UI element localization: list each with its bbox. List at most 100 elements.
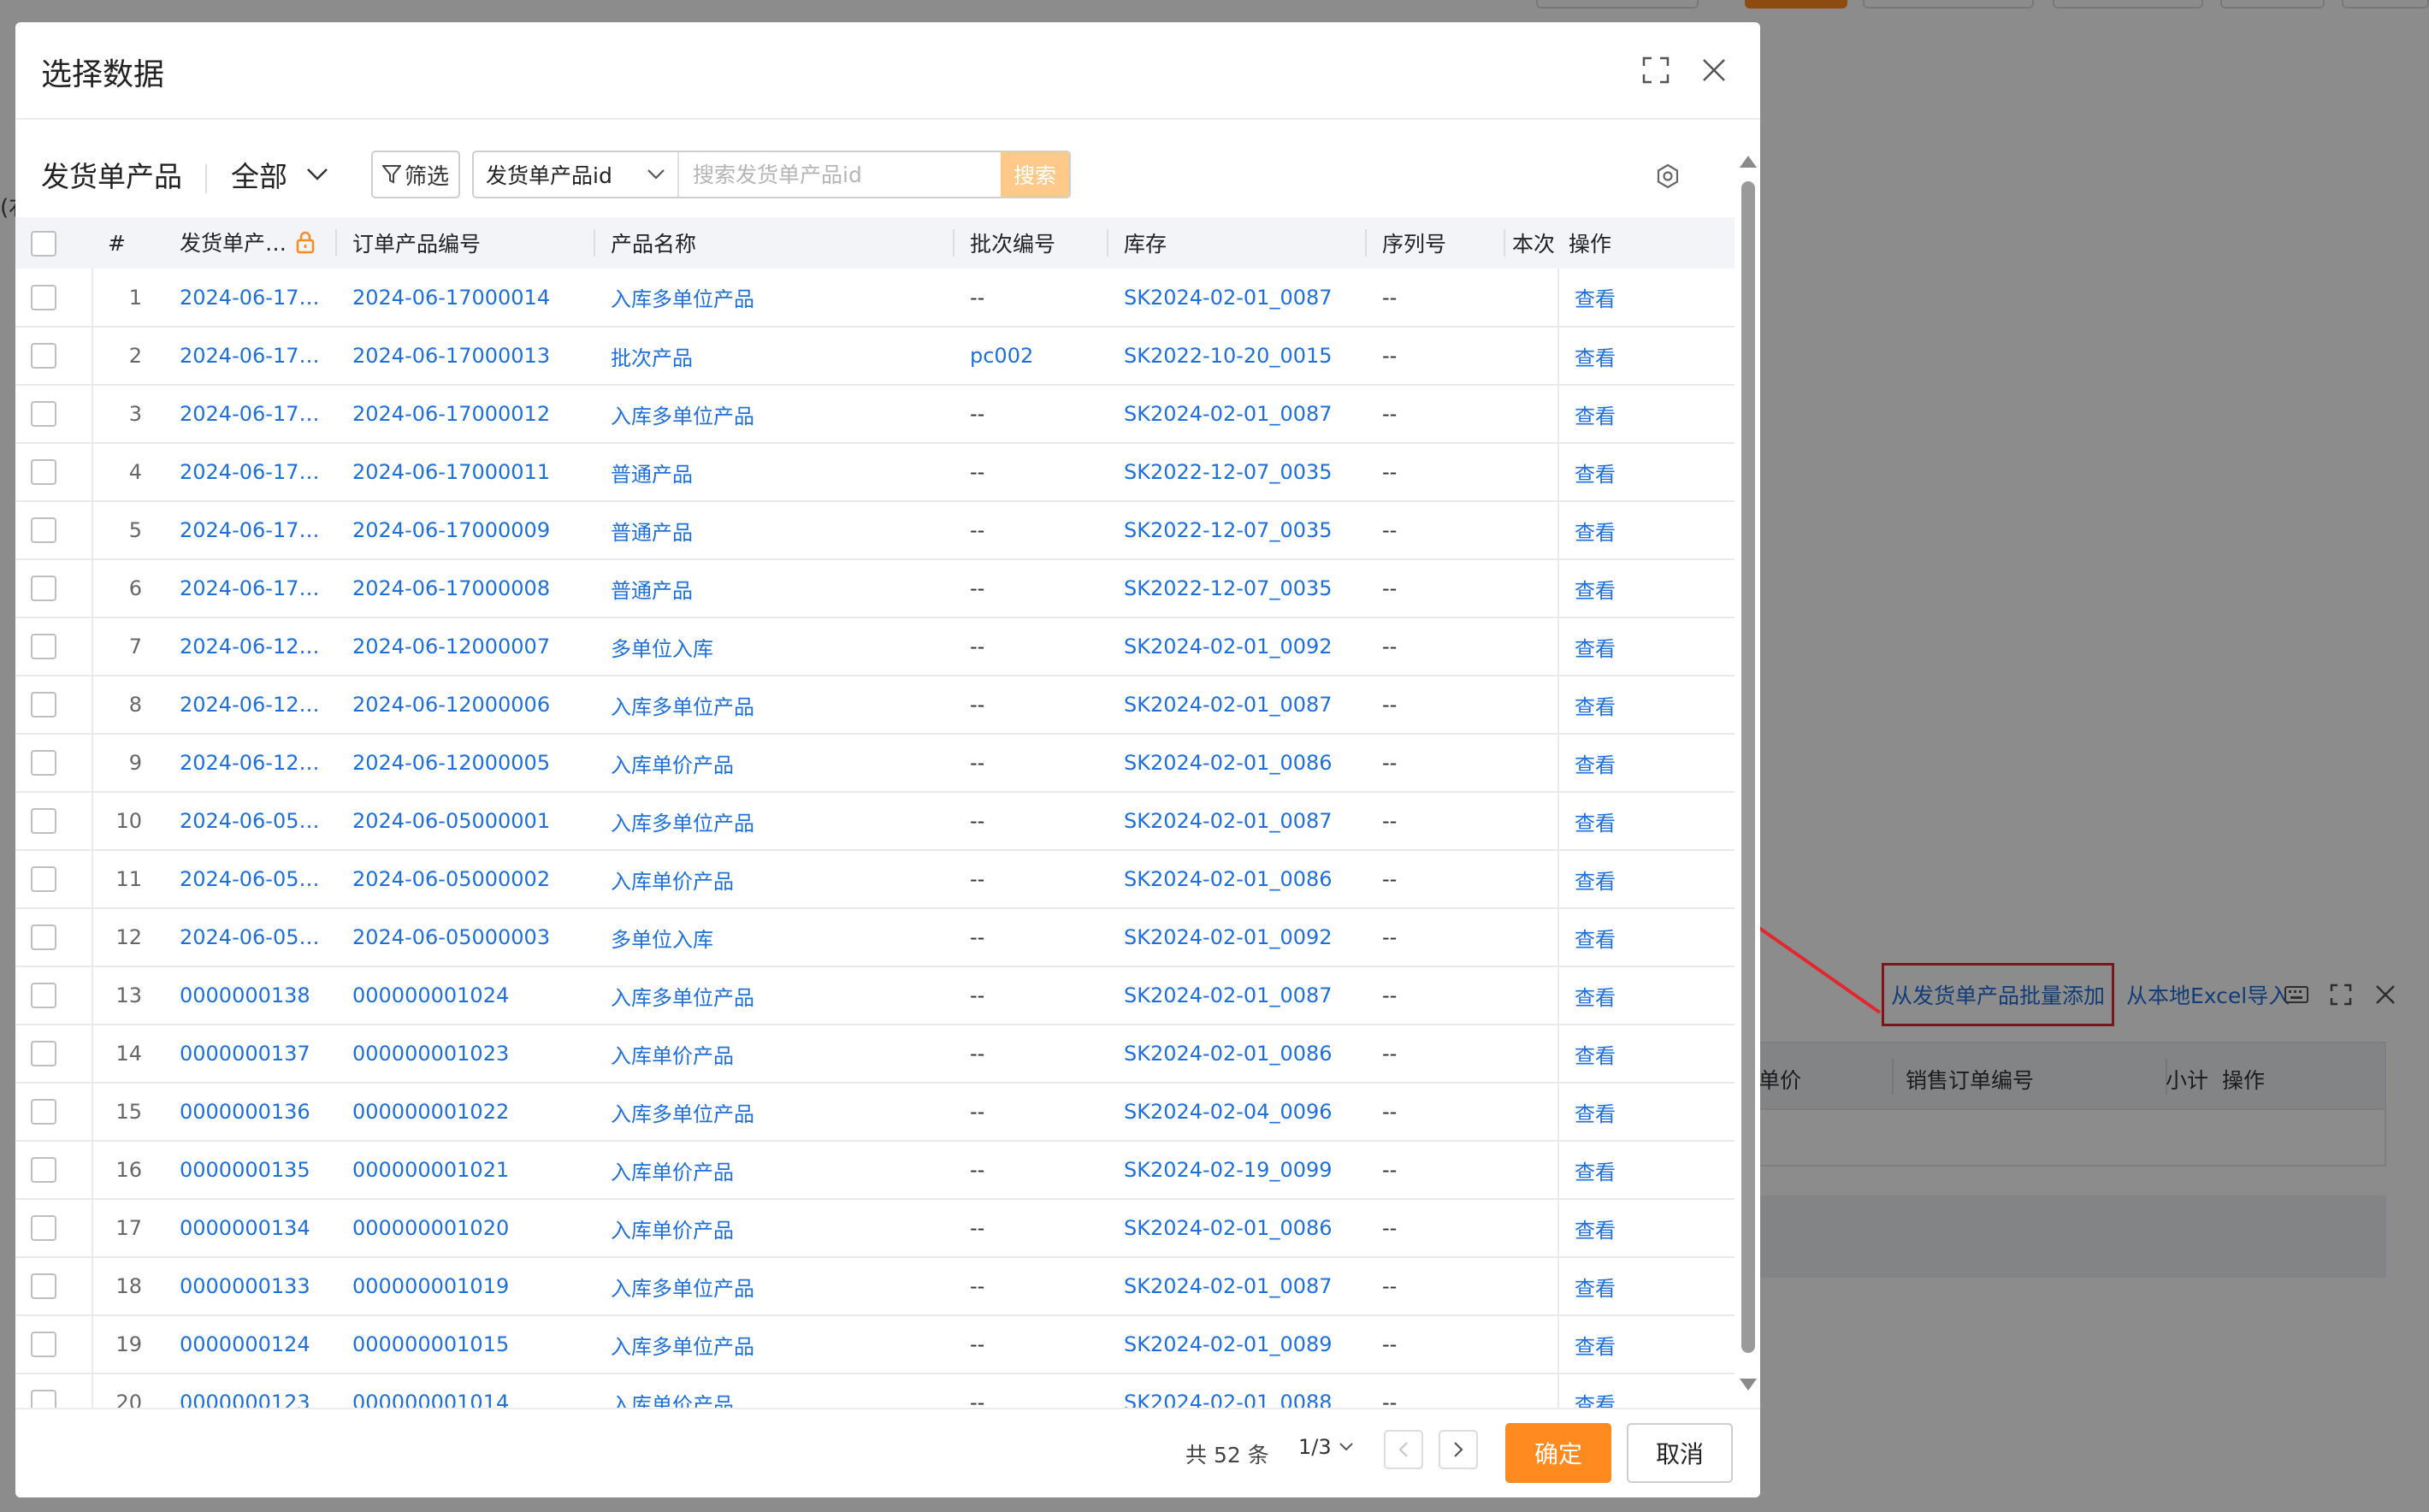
table-row[interactable]: 12 2024-06-050… 2024-06-05000003 多单位入库 -- SK2… [15,908,1735,966]
stock-link[interactable]: SK2024-02-19_0099 [1108,1141,1367,1199]
product-name-link[interactable]: 多单位入库 [595,617,954,676]
stock-link[interactable]: SK2022-12-07_0035 [1108,443,1367,501]
stock-link[interactable]: SK2022-12-07_0035 [1108,559,1367,617]
table-row[interactable]: 14 0000000137 000000001023 入库单价产品 -- SK2024-0… [15,1025,1735,1083]
stock-link[interactable]: SK2022-10-20_0015 [1108,327,1367,385]
order-product-code-link[interactable]: 000000001023 [337,1025,595,1083]
view-link[interactable]: 查看 [1557,443,1735,501]
row-checkbox[interactable] [31,284,56,310]
order-product-code-link[interactable]: 000000001014 [337,1373,595,1408]
shipment-product-id-link[interactable]: 2024-06-120… [164,676,337,734]
view-link[interactable]: 查看 [1557,850,1735,908]
lock-icon[interactable] [295,230,316,259]
shipment-product-id-link[interactable]: 0000000133 [164,1257,337,1315]
order-product-code-link[interactable]: 2024-06-12000007 [337,617,595,676]
view-link[interactable]: 查看 [1557,1257,1735,1315]
col-header-order-product-code[interactable]: 订单产品编号 [337,217,595,269]
product-name-link[interactable]: 入库单价产品 [595,1199,954,1257]
shipment-product-id-link[interactable]: 2024-06-050… [164,908,337,966]
row-checkbox[interactable] [31,401,56,427]
order-product-code-link[interactable]: 2024-06-17000014 [337,269,595,327]
stock-link[interactable]: SK2024-02-01_0088 [1108,1373,1367,1408]
shipment-product-id-link[interactable]: 2024-06-120… [164,617,337,676]
table-row[interactable]: 17 0000000134 000000001020 入库单价产品 -- SK2024-0… [15,1199,1735,1257]
order-product-code-link[interactable]: 000000001020 [337,1199,595,1257]
view-link[interactable]: 查看 [1557,269,1735,327]
col-header-batch-number[interactable]: 批次编号 [954,217,1108,269]
col-header-product-name[interactable]: 产品名称 [595,217,954,269]
select-all-checkbox[interactable] [31,230,56,257]
table-row[interactable]: 6 2024-06-170… 2024-06-17000008 普通产品 -- SK202… [15,559,1735,617]
table-row[interactable]: 7 2024-06-120… 2024-06-12000007 多单位入库 -- SK20… [15,617,1735,676]
col-header-shipment-id[interactable]: 发货单产… [164,217,337,269]
row-checkbox[interactable] [31,1157,56,1183]
row-checkbox[interactable] [31,1099,56,1125]
close-icon[interactable] [1695,51,1733,89]
shipment-product-id-link[interactable]: 0000000137 [164,1025,337,1083]
order-product-code-link[interactable]: 2024-06-12000006 [337,676,595,734]
view-dropdown[interactable]: 全部 [231,154,328,195]
table-row[interactable]: 18 0000000133 000000001019 入库多单位产品 -- SK2024-… [15,1257,1735,1315]
view-link[interactable]: 查看 [1557,1083,1735,1141]
table-row[interactable]: 2 2024-06-170… 2024-06-17000013 批次产品 pc002 SK… [15,327,1735,385]
page-select[interactable]: 1/3 [1298,1435,1354,1459]
view-link[interactable]: 查看 [1557,1373,1735,1408]
shipment-product-id-link[interactable]: 2024-06-170… [164,443,337,501]
stock-link[interactable]: SK2024-02-01_0087 [1108,792,1367,850]
view-link[interactable]: 查看 [1557,1199,1735,1257]
shipment-product-id-link[interactable]: 2024-06-170… [164,559,337,617]
product-name-link[interactable]: 入库多单位产品 [595,966,954,1025]
stock-link[interactable]: SK2024-02-01_0092 [1108,617,1367,676]
view-link[interactable]: 查看 [1557,385,1735,443]
search-input[interactable] [679,152,1001,197]
order-product-code-link[interactable]: 000000001021 [337,1141,595,1199]
shipment-product-id-link[interactable]: 2024-06-170… [164,385,337,443]
col-header-serial-number[interactable]: 序列号 [1367,217,1505,269]
stock-link[interactable]: SK2022-12-07_0035 [1108,501,1367,559]
order-product-code-link[interactable]: 2024-06-12000005 [337,734,595,792]
row-checkbox[interactable] [31,808,56,834]
table-row[interactable]: 9 2024-06-120… 2024-06-12000005 入库单价产品 -- SK2… [15,734,1735,792]
stock-link[interactable]: SK2024-02-01_0086 [1108,1025,1367,1083]
table-row[interactable]: 20 0000000123 000000001014 入库单价产品 -- SK2024-0… [15,1373,1735,1408]
stock-link[interactable]: SK2024-02-01_0089 [1108,1315,1367,1373]
row-checkbox[interactable] [31,1390,56,1408]
product-name-link[interactable]: 入库单价产品 [595,734,954,792]
order-product-code-link[interactable]: 2024-06-05000001 [337,792,595,850]
next-page-button[interactable] [1439,1430,1478,1469]
col-header-stock[interactable]: 库存 [1108,217,1367,269]
order-product-code-link[interactable]: 2024-06-17000011 [337,443,595,501]
order-product-code-link[interactable]: 000000001024 [337,966,595,1025]
scroll-down-arrow-icon[interactable] [1740,1379,1757,1391]
shipment-product-id-link[interactable]: 2024-06-050… [164,850,337,908]
product-name-link[interactable]: 入库多单位产品 [595,792,954,850]
stock-link[interactable]: SK2024-02-01_0086 [1108,850,1367,908]
product-name-link[interactable]: 入库多单位产品 [595,1315,954,1373]
search-button[interactable]: 搜索 [1001,152,1069,197]
view-link[interactable]: 查看 [1557,327,1735,385]
row-checkbox[interactable] [31,1273,56,1299]
order-product-code-link[interactable]: 000000001022 [337,1083,595,1141]
product-name-link[interactable]: 入库多单位产品 [595,269,954,327]
shipment-product-id-link[interactable]: 0000000138 [164,966,337,1025]
view-link[interactable]: 查看 [1557,966,1735,1025]
product-name-link[interactable]: 多单位入库 [595,908,954,966]
row-checkbox[interactable] [31,1041,56,1066]
table-row[interactable]: 10 2024-06-050… 2024-06-05000001 入库多单位产品 -- S… [15,792,1735,850]
order-product-code-link[interactable]: 2024-06-17000012 [337,385,595,443]
stock-link[interactable]: SK2024-02-01_0087 [1108,676,1367,734]
shipment-product-id-link[interactable]: 0000000135 [164,1141,337,1199]
stock-link[interactable]: SK2024-02-01_0092 [1108,908,1367,966]
product-name-link[interactable]: 普通产品 [595,501,954,559]
row-checkbox[interactable] [31,1215,56,1241]
shipment-product-id-link[interactable]: 2024-06-170… [164,269,337,327]
view-link[interactable]: 查看 [1557,617,1735,676]
view-link[interactable]: 查看 [1557,501,1735,559]
order-product-code-link[interactable]: 2024-06-05000002 [337,850,595,908]
table-row[interactable]: 3 2024-06-170… 2024-06-17000012 入库多单位产品 -- SK… [15,385,1735,443]
search-field-select[interactable]: 发货单产品id [474,152,679,197]
table-row[interactable]: 15 0000000136 000000001022 入库多单位产品 -- SK2024-… [15,1083,1735,1141]
stock-link[interactable]: SK2024-02-01_0087 [1108,966,1367,1025]
filter-button[interactable]: 筛选 [371,151,460,198]
table-row[interactable]: 19 0000000124 000000001015 入库多单位产品 -- SK2024-… [15,1315,1735,1373]
